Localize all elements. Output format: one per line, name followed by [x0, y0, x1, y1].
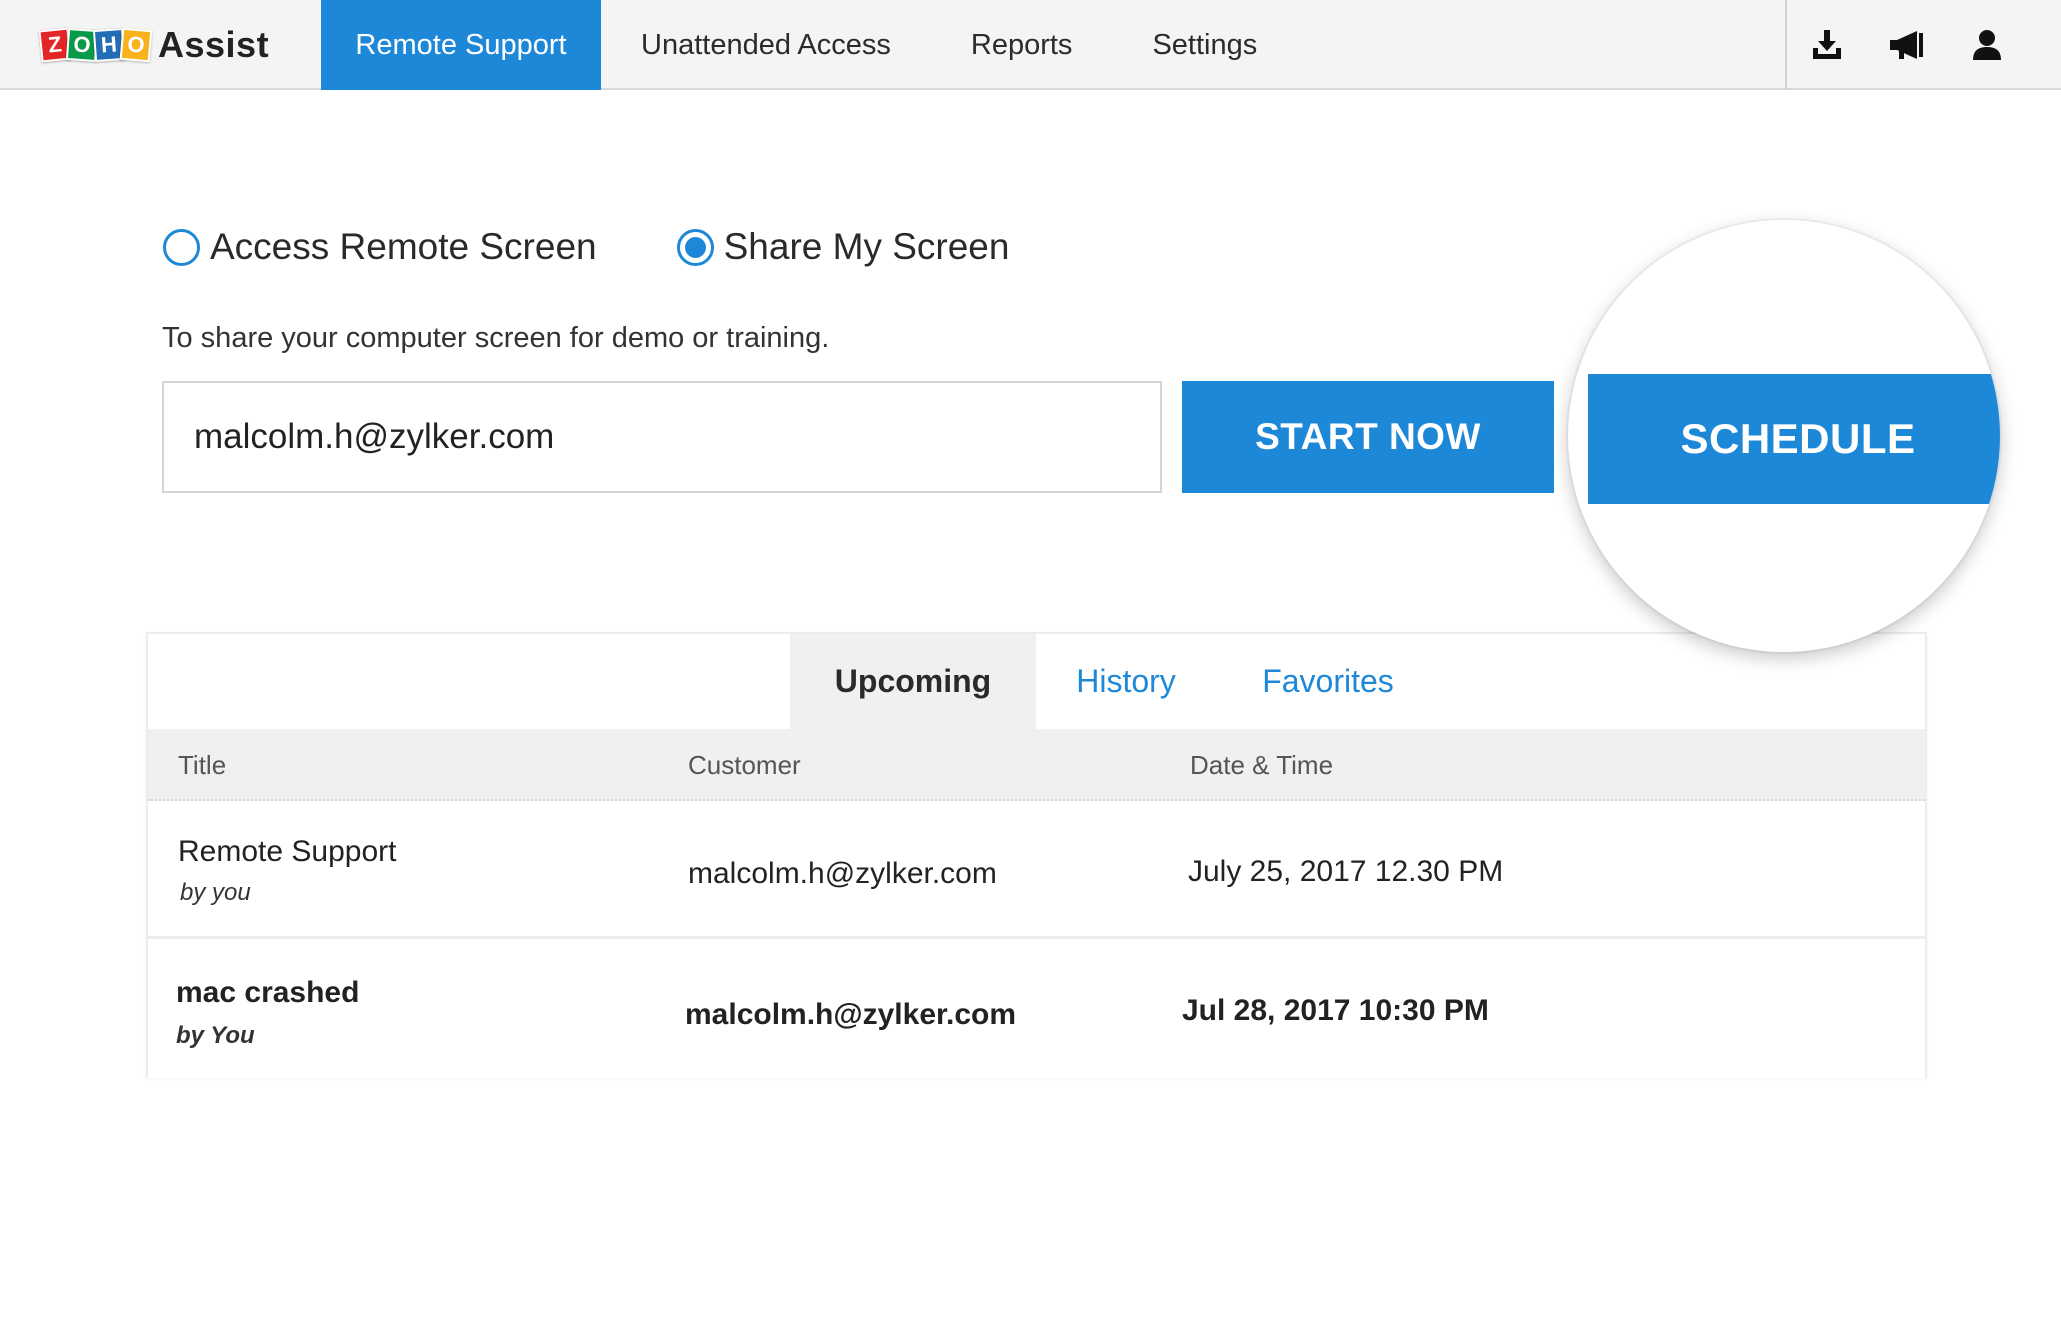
table-row[interactable]: mac crashed by You malcolm.h@zylker.com …	[148, 942, 1925, 1078]
session-customer: malcolm.h@zylker.com	[685, 998, 1017, 1031]
session-owner: by you	[180, 879, 251, 906]
session-title: mac crashed	[176, 976, 360, 1009]
product-name: Assist	[158, 24, 270, 65]
tab-upcoming[interactable]: Upcoming	[790, 634, 1036, 729]
session-datetime: Jul 28, 2017 10:30 PM	[1182, 994, 1489, 1027]
session-datetime: July 25, 2017 12.30 PM	[1188, 855, 1504, 888]
zoho-assist-logo[interactable]: Z O H O Assist	[38, 22, 270, 68]
nav-remote-support[interactable]: Remote Support	[321, 0, 601, 90]
schedule-magnifier: SCHEDULE	[1568, 220, 2000, 652]
schedule-button[interactable]: SCHEDULE	[1588, 374, 2000, 504]
nav-reports[interactable]: Reports	[931, 0, 1113, 90]
sessions-tabs: Upcoming History Favorites	[148, 634, 1925, 729]
mode-description: To share your computer screen for demo o…	[162, 322, 830, 354]
column-header-customer: Customer	[688, 749, 801, 780]
main-nav: Remote Support Unattended Access Reports…	[321, 0, 1297, 90]
tab-history[interactable]: History	[1036, 634, 1216, 729]
access-remote-screen-radio[interactable]: Access Remote Screen	[163, 226, 597, 268]
session-owner: by You	[176, 1022, 255, 1049]
announcement-icon[interactable]	[1867, 0, 1947, 90]
start-now-button[interactable]: START NOW	[1182, 381, 1554, 493]
table-row[interactable]: Remote Support by you malcolm.h@zylker.c…	[148, 803, 1925, 939]
column-header-date-time: Date & Time	[1190, 749, 1334, 780]
tab-favorites[interactable]: Favorites	[1216, 634, 1440, 729]
share-my-screen-radio[interactable]: Share My Screen	[676, 226, 1010, 268]
user-icon[interactable]	[1947, 0, 2027, 90]
table-header: Title Customer Date & Time	[148, 729, 1925, 801]
session-customer: malcolm.h@zylker.com	[688, 857, 997, 890]
column-header-title: Title	[178, 749, 227, 780]
mode-selector: Access Remote Screen Share My Screen	[163, 226, 1089, 268]
nav-unattended-access[interactable]: Unattended Access	[601, 0, 931, 90]
sessions-panel: Upcoming History Favorites Title Custome…	[146, 632, 1927, 1078]
radio-label: Access Remote Screen	[210, 226, 597, 267]
top-bar: Z O H O Assist Remote Support Unattended…	[0, 0, 2061, 90]
top-actions	[1785, 0, 2061, 90]
logo-letter: O	[119, 27, 153, 63]
email-input[interactable]	[162, 381, 1162, 493]
session-title: Remote Support	[178, 835, 397, 868]
radio-checked-icon[interactable]	[676, 228, 714, 266]
radio-label: Share My Screen	[723, 226, 1010, 267]
download-icon[interactable]	[1787, 0, 1867, 90]
radio-unchecked-icon[interactable]	[163, 228, 200, 266]
nav-settings[interactable]: Settings	[1112, 0, 1297, 90]
